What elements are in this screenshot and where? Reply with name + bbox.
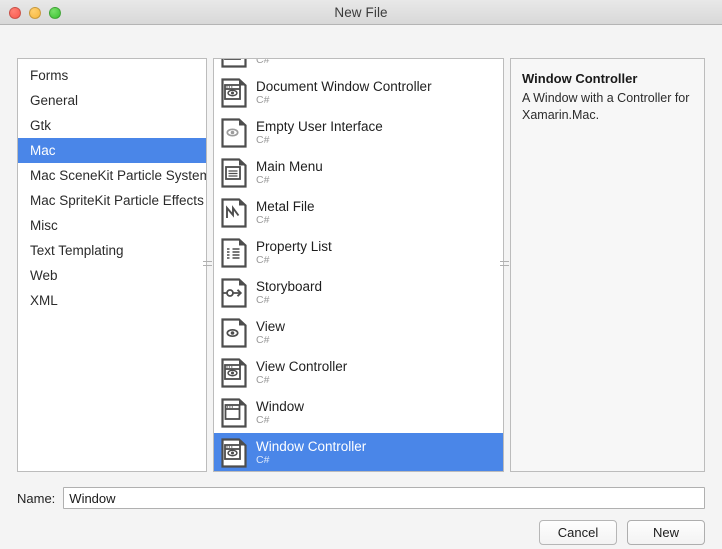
template-list-item[interactable]: Property List C# [214,233,503,273]
template-list-item[interactable]: View C# [214,313,503,353]
category-item-label: Mac SpriteKit Particle Effects [30,193,204,208]
template-name: Metal File [256,198,315,214]
category-item[interactable]: Misc [18,213,206,238]
cancel-button[interactable]: Cancel [539,520,617,545]
metal-file-icon [221,198,247,228]
details-title: Window Controller [522,71,638,86]
title-bar: New File [0,0,722,25]
template-name: Storyboard [256,278,323,294]
category-item[interactable]: XML [18,288,206,313]
template-list-item[interactable]: Main Menu C# [214,153,503,193]
category-item-label: Mac SceneKit Particle Systems [30,168,206,183]
template-name: Main Menu [256,158,323,174]
zoom-button-icon[interactable] [49,6,61,19]
window-icon [221,398,247,428]
dialog-button-row: Cancel New [539,520,705,545]
template-language: C# [256,334,270,347]
name-input[interactable] [63,487,705,509]
name-label: Name: [17,490,56,506]
template-language: C# [256,414,270,427]
traffic-light-group [9,0,61,25]
details-description: A Window with a Controller for Xamarin.M… [522,91,690,122]
category-item[interactable]: General [18,88,206,113]
category-item-label: Mac [30,143,56,158]
category-item[interactable]: Gtk [18,113,206,138]
template-name: Window Controller [256,438,367,454]
template-list-item[interactable]: Cocoa ClassC# [214,59,503,73]
category-item-label: Misc [30,218,58,233]
template-language: C# [256,214,270,227]
category-item-label: Web [30,268,58,283]
category-item[interactable]: Mac SpriteKit Particle Effects [18,188,206,213]
storyboard-icon [221,278,247,308]
category-list[interactable]: Forms General Gtk Mac Mac SceneKit Particle … [18,59,206,313]
template-list-item[interactable]: View Controller C# [214,353,503,393]
template-language: C# [256,59,270,67]
template-list-item[interactable]: Document Window Controller C# [214,73,503,113]
template-language: C# [256,454,270,467]
document-window-controller-icon [221,59,247,68]
category-item[interactable]: Web [18,263,206,288]
category-list-panel: Forms General Gtk Mac Mac SceneKit Particle … [17,58,207,472]
window-controller-icon [221,438,247,468]
document-window-controller-icon [221,78,247,108]
template-list-item[interactable]: Window C# [214,393,503,433]
window-title: New File [334,4,388,20]
template-list-item[interactable]: Window Controller C# [214,433,503,471]
category-item-label: Text Templating [30,243,124,258]
template-list[interactable]: Cocoa ClassC# Document Window Controller… [214,59,503,471]
template-list-item[interactable]: Empty User Interface C# [214,113,503,153]
template-language: C# [256,254,270,267]
template-name: Document Window Controller [256,78,432,94]
main-menu-icon [221,158,247,188]
template-name: View [256,318,286,334]
template-list-panel: Cocoa ClassC# Document Window Controller… [213,58,504,472]
dialog-body: Forms General Gtk Mac Mac SceneKit Particle … [0,25,722,549]
minimize-button-icon[interactable] [29,6,41,19]
category-item-label: Forms [30,68,69,83]
template-language: C# [256,294,270,307]
empty-user-interface-icon [221,118,247,148]
template-details-panel: Window Controller A Window with a Contro… [510,58,705,472]
left-splitter-handle[interactable] [203,257,212,270]
template-list-item[interactable]: Storyboard C# [214,273,503,313]
right-splitter-handle[interactable] [500,257,509,270]
category-item[interactable]: Text Templating [18,238,206,263]
category-item-label: General [30,93,79,108]
template-name: View Controller [256,358,348,374]
template-list-item[interactable]: Metal File C# [214,193,503,233]
new-button[interactable]: New [627,520,705,545]
view-controller-icon [221,358,247,388]
name-row: Name: [17,487,705,509]
template-name: Empty User Interface [256,118,383,134]
view-icon [221,318,247,348]
new-file-dialog: New File Forms General Gtk Mac Mac SceneKit … [0,0,722,549]
template-name: Property List [256,238,332,254]
template-list-scroll[interactable]: Cocoa ClassC# Document Window Controller… [214,59,503,471]
template-language: C# [256,174,270,187]
property-list-icon [221,238,247,268]
category-item[interactable]: Forms [18,63,206,88]
template-name: Window [256,398,305,414]
template-language: C# [256,94,270,107]
category-item[interactable]: Mac [18,138,206,163]
category-item[interactable]: Mac SceneKit Particle Systems [18,163,206,188]
category-item-label: XML [30,293,58,308]
category-item-label: Gtk [30,118,52,133]
template-language: C# [256,134,270,147]
template-language: C# [256,374,270,387]
close-button-icon[interactable] [9,6,21,19]
